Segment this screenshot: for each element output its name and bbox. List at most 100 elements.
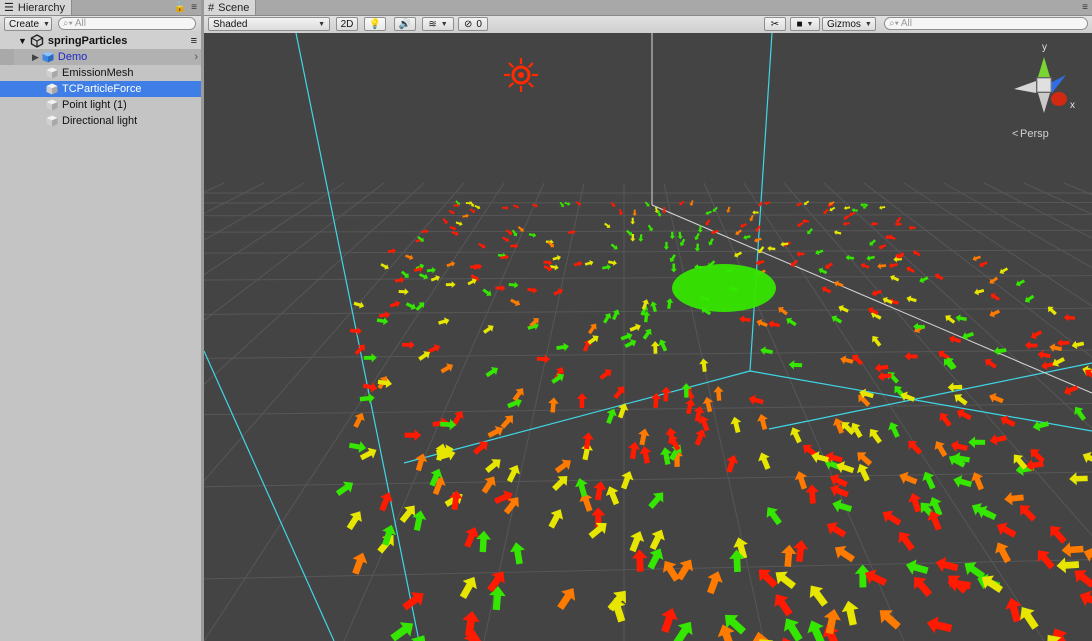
particle-arrow [474, 204, 481, 210]
particle-arrow [878, 243, 887, 250]
create-button[interactable]: Create ▼ [4, 17, 52, 31]
scene-search-input[interactable]: ⌕▾ All [884, 17, 1088, 30]
neg-y-axis-cone[interactable] [1038, 93, 1050, 113]
scene-tools-button[interactable]: ✂ [764, 17, 786, 31]
gizmos-label: Gizmos [827, 18, 861, 30]
chevron-right-icon[interactable]: › [194, 51, 198, 63]
particle-arrow [840, 355, 854, 365]
search-icon: ⌕▾ [63, 18, 73, 29]
particle-arrow [610, 201, 616, 208]
hierarchy-item-tcparticleforce[interactable]: TCParticleForce [0, 81, 201, 97]
particle-arrow [922, 471, 936, 490]
particle-arrow [485, 367, 499, 378]
hierarchy-panel: ☰ Hierarchy 🔒 ≡ Create ▼ ⌕▾ All ▼ spring… [0, 0, 201, 641]
particle-arrow [599, 369, 612, 380]
scene-lighting-toggle[interactable]: 💡 [364, 17, 386, 31]
particle-arrow [1071, 340, 1085, 350]
bounds-edge [204, 350, 335, 641]
chevron-down-icon: ▼ [864, 20, 872, 28]
particle-arrow [641, 299, 650, 310]
particle-arrow [786, 317, 797, 327]
particle-arrow [1037, 350, 1051, 360]
particle-arrow [872, 335, 882, 347]
hierarchy-item-demo[interactable]: ▶ Demo › [0, 49, 201, 65]
orientation-gizmo[interactable]: y x [1014, 42, 1075, 113]
scene-effects-dropdown[interactable]: ≋ ▼ [422, 17, 454, 31]
particle-arrow [426, 267, 436, 274]
particle-arrow [1020, 505, 1037, 522]
particle-arrow [559, 201, 565, 208]
particle-arrow [629, 323, 641, 332]
particle-arrow [677, 231, 683, 240]
particle-arrow [638, 234, 644, 242]
panel-menu-icon[interactable]: ≡ [1082, 2, 1088, 13]
y-axis-cone[interactable] [1038, 57, 1050, 77]
particle-arrow [739, 315, 751, 324]
particle-arrow [748, 394, 764, 405]
foldout-open-icon[interactable]: ▼ [18, 36, 27, 46]
hierarchy-tabbar: ☰ Hierarchy 🔒 ≡ [0, 0, 201, 16]
particle-arrow [838, 305, 849, 313]
tab-hierarchy[interactable]: ☰ Hierarchy [0, 0, 72, 15]
shading-mode-dropdown[interactable]: Shaded ▼ [208, 17, 330, 31]
tab-scene[interactable]: # Scene [204, 0, 257, 15]
particle-arrow [713, 386, 724, 401]
particle-arrow [670, 263, 677, 273]
particle-arrow [890, 274, 900, 282]
particle-arrow [421, 228, 429, 234]
particle-arrow [754, 237, 762, 243]
particle-arrow [705, 219, 711, 226]
particle-arrow [856, 463, 870, 482]
gizmo-center-cube[interactable] [1036, 77, 1052, 93]
particle-arrow [630, 217, 636, 225]
particle-arrow [573, 260, 583, 267]
scene-viewport[interactable]: y x Persp < [204, 33, 1092, 641]
particle-arrow [648, 492, 664, 509]
particle-arrow [1041, 360, 1055, 371]
lock-icon[interactable]: 🔒 [174, 2, 186, 13]
panel-menu-icon[interactable]: ≡ [191, 2, 197, 13]
particle-arrow [866, 255, 875, 261]
particle-arrow [993, 346, 1007, 356]
scene-menu-icon[interactable]: ≡ [191, 35, 197, 47]
x-axis-cone[interactable] [1051, 92, 1067, 106]
camera-settings-dropdown[interactable]: ■ ▼ [790, 17, 820, 31]
particle-arrow [972, 255, 981, 262]
particle-arrow [768, 320, 780, 329]
grid-line [204, 182, 305, 241]
hierarchy-item-directional-light[interactable]: Directional light [0, 113, 201, 129]
z-axis-cone[interactable] [1050, 75, 1066, 93]
grid-line [204, 249, 1092, 254]
hierarchy-item-point-light[interactable]: Point light (1) [0, 97, 201, 113]
directional-light-gizmo[interactable] [504, 58, 538, 92]
particle-arrow [663, 241, 670, 250]
particle-arrow [783, 618, 803, 641]
unity-scene-icon [30, 34, 44, 48]
hidden-objects-toggle[interactable]: ⊘ 0 [458, 17, 488, 31]
lightbulb-icon: 💡 [368, 18, 382, 30]
particle-arrow [935, 556, 959, 573]
particle-arrow [979, 261, 988, 268]
neg-x-axis-cone[interactable] [1014, 81, 1036, 93]
particle-arrow [896, 216, 902, 223]
particle-arrow [418, 273, 429, 280]
hierarchy-item-emissionmesh[interactable]: EmissionMesh [0, 65, 201, 81]
hierarchy-item-directional-light-label: Directional light [62, 115, 138, 127]
gizmos-dropdown[interactable]: Gizmos ▼ [822, 17, 876, 31]
particle-arrow [631, 549, 648, 572]
mode-2d-toggle[interactable]: 2D [336, 17, 358, 31]
particle-arrow [662, 560, 680, 582]
scene-root-row[interactable]: ▼ springParticles ≡ [0, 33, 201, 49]
particle-arrow [593, 481, 607, 501]
particle-arrow [708, 238, 714, 246]
projection-label[interactable]: Persp [1020, 128, 1049, 140]
hierarchy-search-input[interactable]: ⌕▾ All [58, 17, 196, 30]
foldout-closed-icon[interactable]: ▶ [32, 52, 39, 63]
speaker-icon: 🔊 [398, 18, 412, 30]
particle-arrow [602, 313, 612, 324]
scene-audio-toggle[interactable]: 🔊 [394, 17, 416, 31]
visibility-eye-icon[interactable] [0, 49, 14, 65]
particle-arrow [405, 254, 414, 261]
hierarchy-item-emissionmesh-label: EmissionMesh [62, 67, 134, 79]
particle-arrow [639, 446, 652, 464]
